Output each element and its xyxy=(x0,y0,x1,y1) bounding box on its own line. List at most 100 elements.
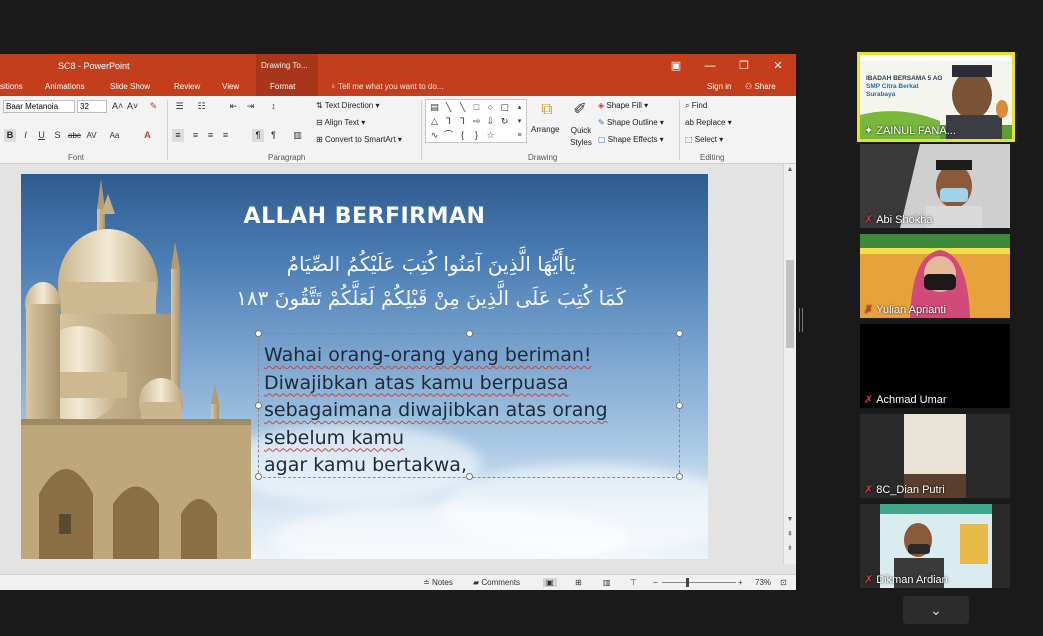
select-button[interactable]: ⬚ Select ▾ xyxy=(685,135,723,144)
arc-shape-icon[interactable]: ⌒ xyxy=(443,130,454,141)
rounded-rect-shape-icon[interactable]: ▢ xyxy=(499,102,510,113)
gallery-down-icon[interactable]: ▾ xyxy=(514,116,525,127)
slide-canvas[interactable]: ALLAH BERFIRMAN يَاأَيُّهَا الَّذِينَ آم… xyxy=(21,174,708,559)
tab-animations[interactable]: Animations xyxy=(45,82,85,91)
oval-shape-icon[interactable]: ○ xyxy=(485,102,496,113)
zoom-out-icon[interactable]: − xyxy=(653,578,658,587)
participant-tile[interactable]: ✗ Achmad Umar xyxy=(860,324,1010,408)
curved-arrow-shape-icon[interactable]: ↻ xyxy=(499,116,510,127)
down-arrow-shape-icon[interactable]: ⇩ xyxy=(485,116,496,127)
tell-me-box[interactable]: ♀ Tell me what you want to do... xyxy=(330,82,443,91)
resize-handle[interactable] xyxy=(466,330,473,337)
elbow-shape-icon[interactable]: ⅂ xyxy=(457,116,468,127)
grow-font-icon[interactable]: A˄ xyxy=(112,101,123,112)
sign-in-link[interactable]: Sign in xyxy=(707,82,731,91)
shape-outline-button[interactable]: ✎ Shape Outline ▾ xyxy=(598,118,664,127)
convert-smartart-button[interactable]: ⊞ Convert to SmartArt ▾ xyxy=(316,135,402,144)
slideshow-view-icon[interactable]: ⊤ xyxy=(630,578,637,587)
tab-view[interactable]: View xyxy=(222,82,239,91)
participant-tile[interactable]: ✗ Dikman Ardian xyxy=(860,504,1010,588)
minimize-icon[interactable]: — xyxy=(702,58,718,74)
quick-styles-button[interactable]: Quick Styles xyxy=(566,125,596,149)
arrange-icon[interactable]: ⧉ xyxy=(537,100,557,120)
participant-tile[interactable]: ✗ Abi Shokha xyxy=(860,144,1010,228)
zoom-level[interactable]: 73% xyxy=(755,578,771,587)
font-color-icon[interactable]: A xyxy=(142,130,153,141)
gallery-more-icon[interactable]: ≡ xyxy=(514,130,525,141)
font-size-dropdown[interactable]: 32 xyxy=(77,100,107,113)
ribbon-display-icon[interactable]: ▣ xyxy=(668,58,684,74)
justify-icon[interactable]: ≡ xyxy=(220,130,231,141)
vertical-scrollbar[interactable]: ▲ ▼ ⇞ ⇟ xyxy=(783,164,796,564)
reading-view-icon[interactable]: ▥ xyxy=(603,578,611,587)
text-direction-button[interactable]: ⇅ Text Direction ▾ xyxy=(316,101,380,110)
columns-icon[interactable]: ▥ xyxy=(292,130,303,141)
scroll-down-icon[interactable]: ▼ xyxy=(784,516,796,523)
bold-button[interactable]: B xyxy=(4,129,16,142)
right-arrow-shape-icon[interactable]: ⇨ xyxy=(471,116,482,127)
selected-text-box[interactable]: Wahai orang-orang yang beriman! Diwajibk… xyxy=(255,330,683,480)
increase-indent-icon[interactable]: ⇥ xyxy=(245,101,256,112)
comments-button[interactable]: ▰ Comments xyxy=(473,578,520,587)
textbox-shape-icon[interactable]: ▤ xyxy=(429,102,440,113)
slide-sorter-icon[interactable]: ⊞ xyxy=(575,578,582,587)
quick-styles-icon[interactable]: ✐ xyxy=(570,100,590,120)
arrange-button[interactable]: Arrange xyxy=(531,125,559,134)
resize-handle[interactable] xyxy=(255,330,262,337)
connector-shape-icon[interactable]: ⅂ xyxy=(443,116,454,127)
next-slide-icon[interactable]: ⇟ xyxy=(784,544,796,552)
underline-button[interactable]: U xyxy=(36,130,47,141)
gallery-up-icon[interactable]: ▴ xyxy=(514,102,525,113)
brace-left-shape-icon[interactable]: { xyxy=(457,130,468,141)
previous-slide-icon[interactable]: ⇞ xyxy=(784,530,796,538)
rectangle-shape-icon[interactable]: □ xyxy=(471,102,482,113)
slide-body-text[interactable]: Wahai orang-orang yang beriman! Diwajibk… xyxy=(264,342,684,480)
find-button[interactable]: ⌕ Find xyxy=(685,101,707,111)
strikethrough-button[interactable]: abc xyxy=(68,130,81,141)
close-icon[interactable]: ✕ xyxy=(770,58,786,74)
gallery-collapse-button[interactable]: ⌄ xyxy=(903,596,969,624)
arabic-verse-line-2[interactable]: كَمَا كُتِبَ عَلَى الَّذِينَ مِنْ قَبْلِ… xyxy=(211,286,651,310)
tab-slide-show[interactable]: Slide Show xyxy=(110,82,150,91)
italic-button[interactable]: I xyxy=(20,130,31,141)
resize-handle[interactable] xyxy=(255,473,262,480)
scroll-up-icon[interactable]: ▲ xyxy=(784,166,796,173)
shape-fill-button[interactable]: ◈ Shape Fill ▾ xyxy=(598,101,648,110)
share-button[interactable]: ⚇ Share xyxy=(745,82,776,91)
align-text-button[interactable]: ⊟ Align Text ▾ xyxy=(316,118,365,127)
font-name-dropdown[interactable]: Baar Metanoia xyxy=(3,100,75,113)
shapes-gallery[interactable]: ▤ ╲ ╲ □ ○ ▢ △ ⅂ ⅂ ⇨ ⇩ ↻ ∿ ⌒ { } ☆ ▴ ▾ ≡ xyxy=(425,99,527,143)
participant-tile[interactable]: ✗ 8C_Dian Putri xyxy=(860,414,1010,498)
clear-format-icon[interactable]: ✎ xyxy=(148,101,159,112)
participant-tile[interactable]: ✗ Yulian Aprianti xyxy=(860,234,1010,318)
resize-handle[interactable] xyxy=(676,330,683,337)
numbering-icon[interactable]: ☷ xyxy=(196,101,207,112)
replace-button[interactable]: ab Replace ▾ xyxy=(685,118,732,127)
decrease-indent-icon[interactable]: ⇤ xyxy=(228,101,239,112)
arabic-verse-line-1[interactable]: يَاأَيُّهَا الَّذِينَ آمَنُوا كُتِبَ عَل… xyxy=(211,252,651,276)
shrink-font-icon[interactable]: A˅ xyxy=(127,101,138,112)
restore-icon[interactable]: ❐ xyxy=(736,58,752,74)
resize-handle[interactable] xyxy=(255,402,262,409)
participant-tile-active[interactable]: IBADAH BERSAMA 5 AG SMP Citra Berkat Sur… xyxy=(857,52,1015,142)
paragraph-ltr-icon[interactable]: ¶ xyxy=(268,130,279,141)
scroll-thumb[interactable] xyxy=(786,260,794,348)
tab-transitions[interactable]: sitions xyxy=(0,82,23,91)
spacing-icon[interactable]: AV xyxy=(86,130,97,141)
star-shape-icon[interactable]: ☆ xyxy=(485,130,496,141)
normal-view-icon[interactable]: ▣ xyxy=(543,578,557,587)
text-direction-rtl-button[interactable]: ¶ xyxy=(252,129,264,142)
align-left-button[interactable]: ≡ xyxy=(172,129,184,142)
shadow-button[interactable]: S xyxy=(52,130,63,141)
triangle-shape-icon[interactable]: △ xyxy=(429,116,440,127)
shape-effects-button[interactable]: ▢ Shape Effects ▾ xyxy=(598,135,664,144)
curve-shape-icon[interactable]: ∿ xyxy=(429,130,440,141)
tab-review[interactable]: Review xyxy=(174,82,200,91)
split-divider-handle[interactable] xyxy=(799,308,803,332)
arrow-line-shape-icon[interactable]: ╲ xyxy=(457,102,468,113)
brace-right-shape-icon[interactable]: } xyxy=(471,130,482,141)
line-spacing-icon[interactable]: ↕ xyxy=(268,101,279,112)
align-right-icon[interactable]: ≡ xyxy=(205,130,216,141)
notes-button[interactable]: ≐ Notes xyxy=(423,578,453,587)
zoom-in-icon[interactable]: + xyxy=(738,578,743,587)
